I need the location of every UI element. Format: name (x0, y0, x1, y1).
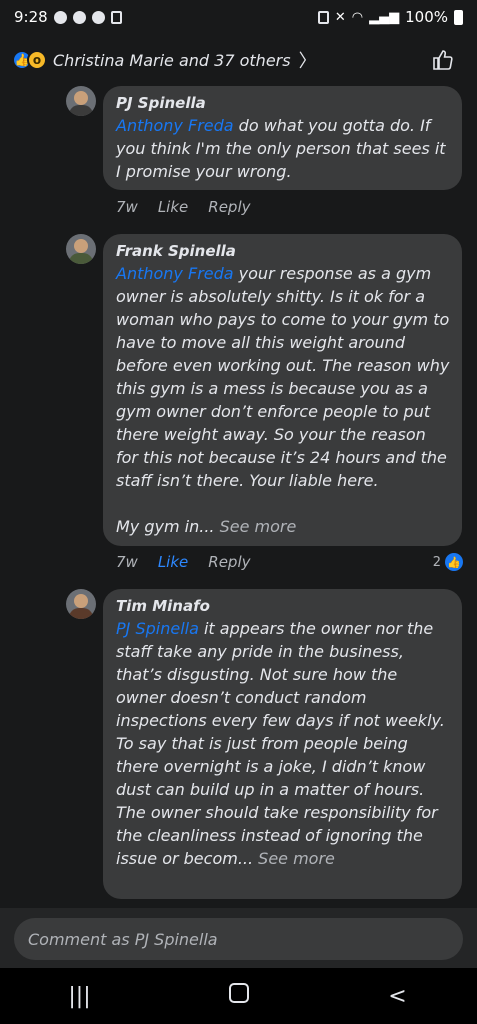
reactions-summary-text: Christina Marie and 37 others (53, 50, 291, 70)
reply-button[interactable]: Reply (208, 553, 250, 571)
mention-link[interactable]: Anthony Freda (116, 116, 234, 135)
comment-bubble: Tim Minafo PJ Spinella it appears the ow… (103, 589, 462, 899)
back-button[interactable]: < (368, 984, 428, 1009)
notification-icon (91, 10, 105, 24)
comment-time: 7w (116, 553, 138, 571)
avatar[interactable] (66, 86, 96, 116)
like-reaction-icon: 👍 (445, 553, 463, 571)
wifi-icon: ◠ (351, 9, 364, 25)
comment-actions: 7w Like Reply (116, 553, 250, 571)
signal-icon: ▂▄▆ (369, 9, 400, 25)
reply-button[interactable]: Reply (208, 198, 250, 216)
comment-actions: 7w Like Reply (116, 198, 250, 216)
alarm-icon (317, 10, 329, 24)
comment-author[interactable]: Frank Spinella (116, 242, 450, 260)
mention-link[interactable]: PJ Spinella (116, 619, 199, 638)
home-button[interactable] (209, 983, 269, 1009)
like-button[interactable]: Like (158, 198, 188, 216)
comment-input[interactable]: Comment as PJ Spinella (14, 918, 463, 960)
see-more-link[interactable]: See more (220, 517, 297, 536)
comment-input-placeholder: Comment as PJ Spinella (28, 929, 218, 949)
battery-icon (454, 9, 463, 25)
notification-icon (72, 10, 86, 24)
recent-apps-button[interactable]: ||| (50, 984, 110, 1009)
comment-author[interactable]: Tim Minafo (116, 597, 450, 615)
status-bar: 9:28 ✕ ◠ ▂▄▆ 100% (0, 0, 477, 34)
comment-bubble: Frank Spinella Anthony Freda your respon… (103, 234, 462, 546)
comment-time: 7w (116, 198, 138, 216)
status-time: 9:28 (14, 8, 48, 26)
mention-link[interactable]: Anthony Freda (116, 264, 234, 283)
see-more-link[interactable]: See more (258, 849, 335, 868)
comment-text: your response as a gym owner is absolute… (116, 264, 450, 536)
avatar[interactable] (66, 234, 96, 264)
comment-bubble: PJ Spinella Anthony Freda do what you go… (103, 86, 462, 190)
like-thumb-icon[interactable] (431, 48, 455, 76)
avatar[interactable] (66, 589, 96, 619)
reaction-count[interactable]: 2 👍 (433, 553, 463, 571)
battery-percent: 100% (405, 8, 448, 26)
like-button[interactable]: Like (158, 553, 188, 571)
notification-icon (53, 10, 67, 24)
mute-icon: ✕ (334, 9, 346, 25)
comment-text: it appears the owner nor the staff take … (116, 619, 450, 868)
wow-reaction-icon: o (27, 50, 47, 70)
reactions-summary[interactable]: 👍 o Christina Marie and 37 others 〉 (0, 40, 477, 80)
lock-icon (110, 10, 122, 24)
chevron-right-icon: 〉 (298, 51, 317, 72)
comment-author[interactable]: PJ Spinella (116, 94, 450, 112)
system-nav-bar: ||| < (0, 968, 477, 1024)
reaction-count-number: 2 (432, 554, 441, 570)
